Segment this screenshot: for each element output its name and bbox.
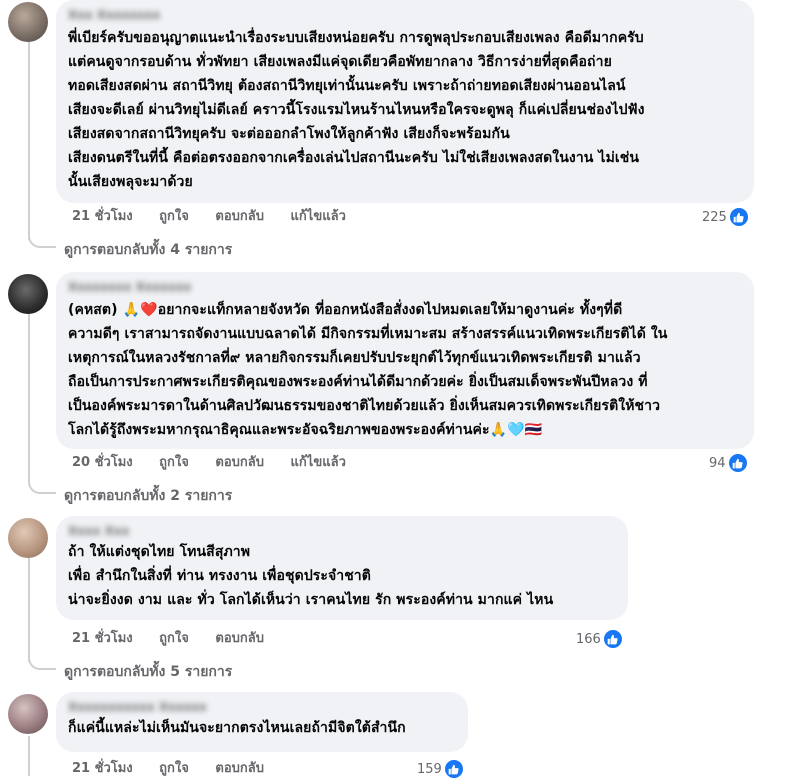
thread-curve-2: [28, 480, 56, 494]
avatar[interactable]: [8, 274, 48, 314]
comment-text: (คหสต) 🙏❤️อยากจะแท็กหลายจังหวัด ที่ออกหน…: [68, 298, 742, 442]
comment-bubble: Xxxxxxxx Xxxxxxx (คหสต) 🙏❤️อยากจะแท็กหลา…: [56, 272, 754, 449]
reply-button[interactable]: ตอบกลับ: [215, 631, 264, 646]
reaction-number: 159: [417, 761, 442, 777]
like-button[interactable]: ถูกใจ: [159, 209, 189, 224]
thread-line-2: [28, 312, 30, 484]
view-replies-link[interactable]: ดูการตอบกลับทั้ง 5 รายการ: [64, 661, 232, 683]
comment-author[interactable]: Xxxxxxxx Xxxxxxx: [68, 278, 742, 296]
thread-line-3: [28, 556, 30, 662]
avatar[interactable]: [8, 2, 48, 42]
comment-timestamp[interactable]: 20 ชั่วโมง: [72, 455, 133, 470]
comment-actions: 21 ชั่วโมง ถูกใจ ตอบกลับ แก้ไขแล้ว: [72, 207, 368, 227]
thread-curve-1: [28, 234, 56, 248]
comment-timestamp[interactable]: 21 ชั่วโมง: [72, 761, 133, 776]
reply-button[interactable]: ตอบกลับ: [215, 455, 264, 470]
comment-bubble: Xxxx Xxx ถ้า ให้แต่งชุดไทย โทนสีสุภาพ เพ…: [56, 516, 628, 620]
view-replies-link[interactable]: ดูการตอบกลับทั้ง 4 รายการ: [64, 239, 232, 261]
emoji-trail: 🙏🩵🇹🇭: [489, 422, 543, 438]
comment-bubble: Xxx Xxxxxxxx พี่เบียร์ครับขออนุญาตแนะนำเ…: [56, 0, 754, 203]
comment-timestamp[interactable]: 21 ชั่วโมง: [72, 631, 133, 646]
like-button[interactable]: ถูกใจ: [159, 761, 189, 776]
thread-line-4: [28, 736, 30, 776]
comment-actions: 21 ชั่วโมง ถูกใจ ตอบกลับ: [72, 629, 286, 649]
reaction-number: 166: [576, 631, 601, 647]
comment-author[interactable]: Xxx Xxxxxxxx: [68, 6, 742, 24]
emoji-lead: 🙏❤️: [122, 302, 158, 318]
comment-text: ก็แค่นี้แหล่ะไม่เห็นมันจะยากตรงไหนเลยถ้า…: [68, 720, 406, 736]
reaction-number: 225: [702, 209, 727, 225]
thumbs-up-icon: [443, 759, 464, 779]
reply-button[interactable]: ตอบกลับ: [215, 761, 264, 776]
thumbs-up-icon: [602, 629, 623, 649]
reaction-count[interactable]: 225: [702, 207, 749, 227]
avatar[interactable]: [8, 518, 48, 558]
edited-label: แก้ไขแล้ว: [290, 209, 346, 224]
avatar[interactable]: [8, 694, 48, 734]
reply-button[interactable]: ตอบกลับ: [215, 209, 264, 224]
comment-text: พี่เบียร์ครับขออนุญาตแนะนำเรื่องระบบเสีย…: [68, 30, 645, 190]
reaction-count[interactable]: 94: [709, 453, 748, 473]
thumbs-up-icon: [727, 453, 748, 473]
reaction-count[interactable]: 159: [417, 759, 464, 779]
reaction-number: 94: [709, 455, 726, 471]
thread-line-1: [28, 40, 30, 240]
comment-actions: 21 ชั่วโมง ถูกใจ ตอบกลับ: [72, 759, 286, 779]
comment-author[interactable]: Xxxx Xxx: [68, 522, 616, 540]
comment-text: ถ้า ให้แต่งชุดไทย โทนสีสุภาพ เพื่อ สำนึก…: [68, 544, 554, 608]
edited-label: แก้ไขแล้ว: [290, 455, 346, 470]
comment-timestamp[interactable]: 21 ชั่วโมง: [72, 209, 133, 224]
comment-text-lead: (คหสต): [68, 302, 118, 318]
view-replies-link[interactable]: ดูการตอบกลับทั้ง 2 รายการ: [64, 485, 232, 507]
thumbs-up-icon: [728, 207, 749, 227]
thread-curve-3: [28, 656, 56, 670]
like-button[interactable]: ถูกใจ: [159, 631, 189, 646]
like-button[interactable]: ถูกใจ: [159, 455, 189, 470]
reaction-count[interactable]: 166: [576, 629, 623, 649]
comment-bubble: Xxxxxxxxxxx Xxxxxx ก็แค่นี้แหล่ะไม่เห็นม…: [56, 692, 468, 752]
comment-text-body: อยากจะแท็กหลายจังหวัด ที่ออกหนังสือสั่งง…: [68, 302, 668, 438]
comment-author[interactable]: Xxxxxxxxxxx Xxxxxx: [68, 698, 456, 716]
comment-actions: 20 ชั่วโมง ถูกใจ ตอบกลับ แก้ไขแล้ว: [72, 453, 368, 473]
